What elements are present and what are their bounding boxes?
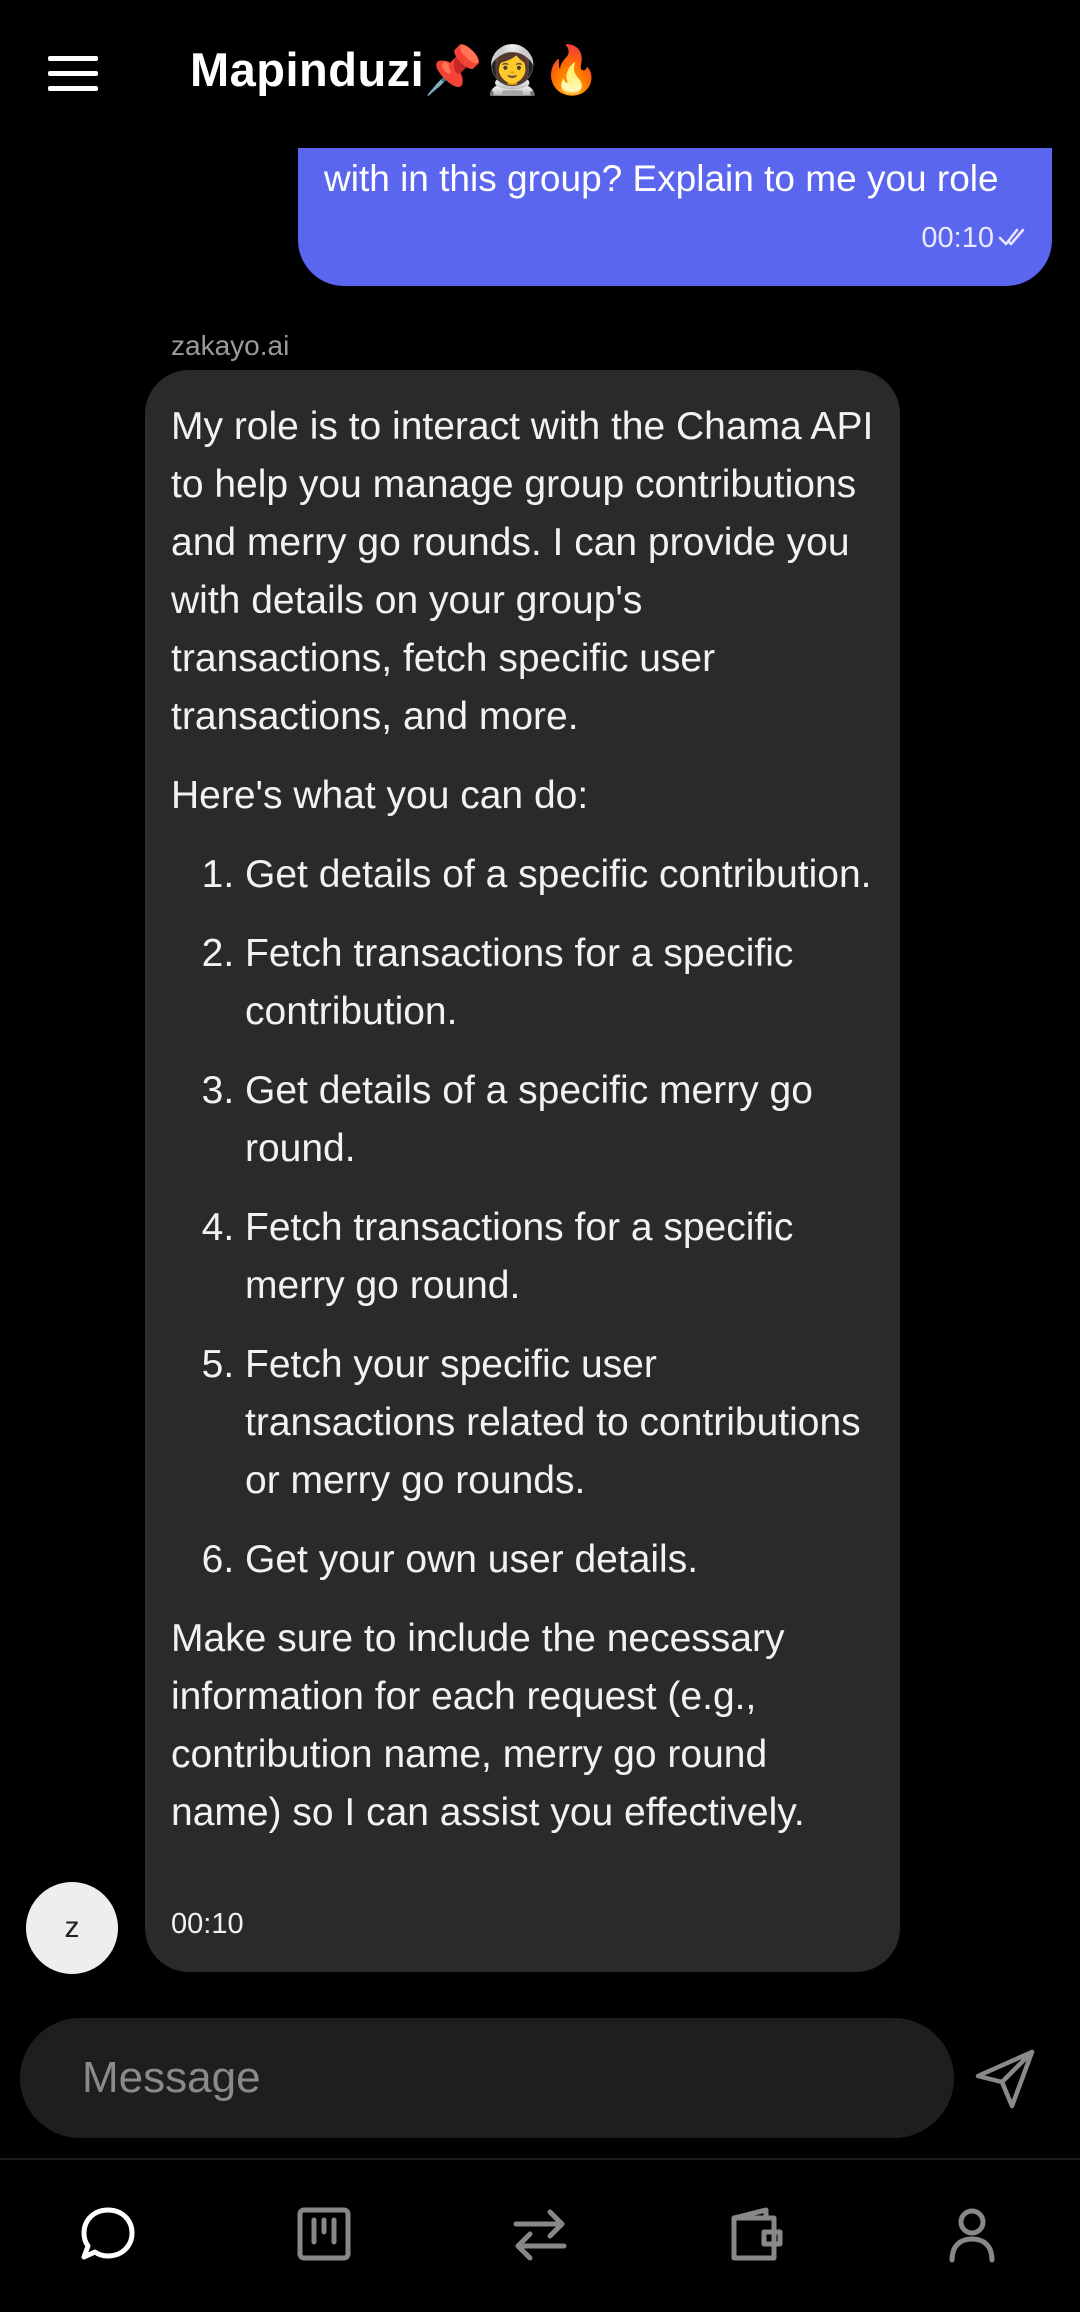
menu-icon[interactable] [48, 56, 98, 92]
bottom-navigation [0, 2160, 1080, 2312]
incoming-outro: Make sure to include the necessary infor… [171, 1617, 805, 1834]
message-input[interactable] [80, 2052, 884, 2104]
message-composer [20, 2018, 954, 2138]
wallet-icon[interactable] [724, 2202, 788, 2266]
chat-title: Mapinduzi📌👩‍🚀🔥 [190, 43, 602, 96]
capabilities-list: Get details of a specific contribution. … [171, 846, 874, 1589]
double-check-icon [998, 228, 1025, 246]
avatar[interactable]: z [26, 1882, 118, 1974]
send-icon[interactable] [972, 2046, 1038, 2112]
incoming-list-heading: Here's what you can do: [171, 774, 589, 817]
incoming-intro: My role is to interact with the Chama AP… [171, 405, 874, 738]
outgoing-message-time: 00:10 [921, 222, 994, 254]
list-item: Fetch transactions for a specific contri… [245, 925, 874, 1041]
list-item: Fetch transactions for a specific merry … [245, 1199, 874, 1315]
board-icon[interactable] [292, 2202, 356, 2266]
sender-name: zakayo.ai [171, 330, 290, 361]
list-item: Get your own user details. [245, 1531, 874, 1589]
list-item: Get details of a specific contribution. [245, 846, 874, 904]
list-item: Fetch your specific user transactions re… [245, 1336, 874, 1510]
profile-icon[interactable] [940, 2202, 1004, 2266]
incoming-message: My role is to interact with the Chama AP… [145, 370, 900, 1972]
outgoing-message-text: with in this group? Explain to me you ro… [324, 158, 999, 199]
list-item: Get details of a specific merry go round… [245, 1062, 874, 1178]
chat-icon[interactable] [76, 2202, 140, 2266]
transfer-icon[interactable] [508, 2202, 572, 2266]
app-header: Mapinduzi📌👩‍🚀🔥 [0, 0, 1080, 148]
incoming-message-time: 00:10 [171, 1908, 244, 1940]
